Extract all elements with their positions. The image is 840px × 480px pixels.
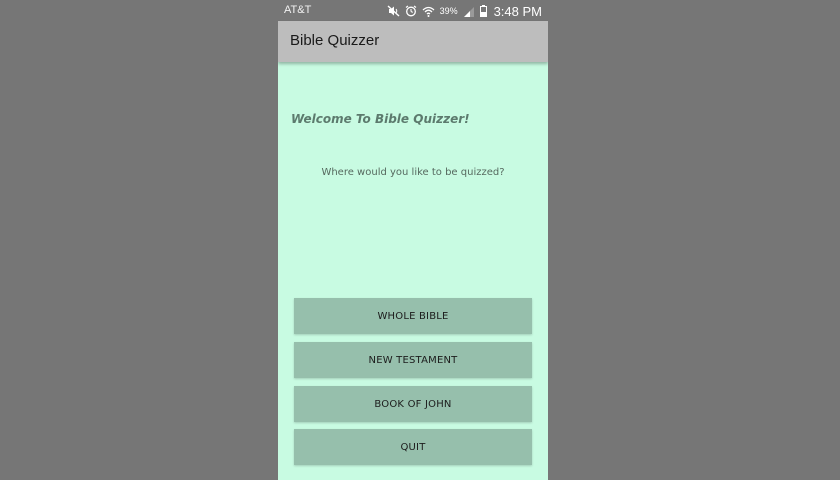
app-bar: Bible Quizzer	[278, 21, 548, 62]
quit-button[interactable]: QUIT	[294, 429, 532, 465]
book-of-john-button[interactable]: BOOK OF JOHN	[294, 386, 532, 422]
mute-icon	[387, 5, 400, 17]
whole-bible-button[interactable]: WHOLE BIBLE	[294, 298, 532, 334]
signal-icon	[463, 6, 475, 17]
welcome-heading: Welcome To Bible Quizzer!	[291, 112, 470, 126]
status-icons: 39% 3:48 PM	[387, 2, 542, 20]
status-bar: AT&T 39% 3:48 PM	[278, 0, 548, 21]
carrier-label: AT&T	[284, 4, 312, 16]
new-testament-button[interactable]: NEW TESTAMENT	[294, 342, 532, 378]
quiz-prompt: Where would you like to be quizzed?	[321, 167, 505, 178]
app-title: Bible Quizzer	[290, 32, 380, 49]
battery-icon	[479, 5, 487, 17]
screen-background: AT&T 39% 3:48 PM Bible Quizzer Welcome T…	[0, 0, 840, 480]
battery-percent: 39%	[439, 6, 458, 16]
alarm-icon	[405, 5, 417, 17]
wifi-icon	[422, 6, 435, 17]
clock: 3:48 PM	[493, 3, 542, 19]
phone-screen: AT&T 39% 3:48 PM Bible Quizzer Welcome T…	[278, 0, 548, 480]
